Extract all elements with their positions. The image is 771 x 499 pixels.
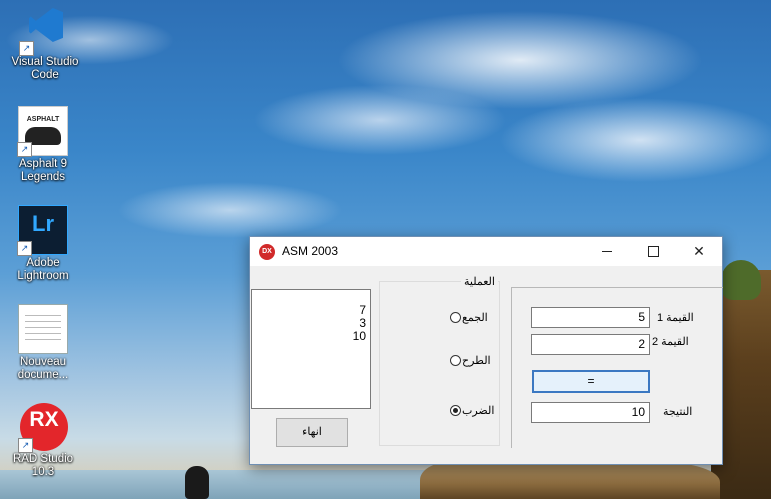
result-field[interactable]: 10 — [531, 402, 650, 423]
desktop-icon-rad-studio[interactable]: RX ↗ RAD Studio 10.3 — [1, 403, 85, 479]
desktop-icon-label: Asphalt 9 Legends — [19, 158, 67, 183]
rad-studio-icon: RX ↗ — [18, 403, 68, 453]
asm-window: DX ASM 2003 ✕ 7 3 10 انهاء العملية الجمع… — [249, 236, 723, 465]
shortcut-arrow-icon: ↗ — [18, 438, 33, 453]
radio-label: الضرب — [462, 405, 495, 417]
maximize-button[interactable] — [630, 237, 676, 266]
app-icon: DX — [259, 244, 275, 260]
close-icon: ✕ — [693, 243, 705, 259]
radio-label: الجمع — [462, 312, 488, 324]
memo-line: 3 — [359, 316, 366, 330]
minimize-button[interactable] — [584, 237, 630, 266]
vscode-icon: ↗ — [19, 6, 69, 56]
equals-button[interactable]: = — [532, 370, 650, 393]
value1-label: القيمة 1 — [657, 312, 694, 324]
desktop-icon-new-document[interactable]: Nouveau docume... — [1, 304, 85, 382]
close-button[interactable]: ✕ — [676, 237, 722, 266]
desktop-icon-asphalt[interactable]: ASPHALT ↗ Asphalt 9 Legends — [1, 106, 85, 184]
operation-group-caption: العملية — [461, 275, 498, 288]
window-titlebar[interactable]: DX ASM 2003 ✕ — [250, 237, 722, 266]
result-label: النتيجة — [663, 406, 693, 418]
desktop-icon-vscode[interactable]: ↗ Visual Studio Code — [3, 6, 87, 82]
window-title: ASM 2003 — [282, 244, 339, 258]
exit-button[interactable]: انهاء — [276, 418, 348, 447]
output-memo[interactable]: 7 3 10 — [251, 289, 371, 409]
shortcut-arrow-icon: ↗ — [19, 41, 34, 56]
value2-label: القيمة 2 — [652, 336, 689, 348]
radio-label: الطرح — [462, 355, 491, 367]
memo-line: 10 — [352, 329, 366, 343]
desktop-icon-lightroom[interactable]: Lr ↗ Adobe Lightroom — [1, 205, 85, 283]
memo-line: 7 — [359, 303, 366, 317]
wallpaper-rocks — [420, 462, 720, 499]
document-icon — [18, 304, 68, 354]
radio-indicator — [450, 355, 461, 366]
desktop-icon-label: Visual Studio Code — [11, 56, 79, 81]
lightroom-icon: Lr ↗ — [17, 205, 68, 256]
desktop-icon-label: Adobe Lightroom — [17, 257, 69, 282]
value2-input[interactable]: 2 — [531, 334, 650, 355]
shortcut-arrow-icon: ↗ — [17, 142, 32, 157]
desktop-icon-label: Nouveau docume... — [17, 356, 69, 381]
radio-indicator-checked — [450, 405, 461, 416]
shortcut-arrow-icon: ↗ — [17, 241, 32, 256]
radio-indicator — [450, 312, 461, 323]
desktop-icon-label: RAD Studio 10.3 — [12, 453, 74, 478]
wallpaper-person-silhouette — [185, 466, 209, 499]
asphalt-icon: ASPHALT ↗ — [17, 106, 68, 157]
value1-input[interactable]: 5 — [531, 307, 650, 328]
